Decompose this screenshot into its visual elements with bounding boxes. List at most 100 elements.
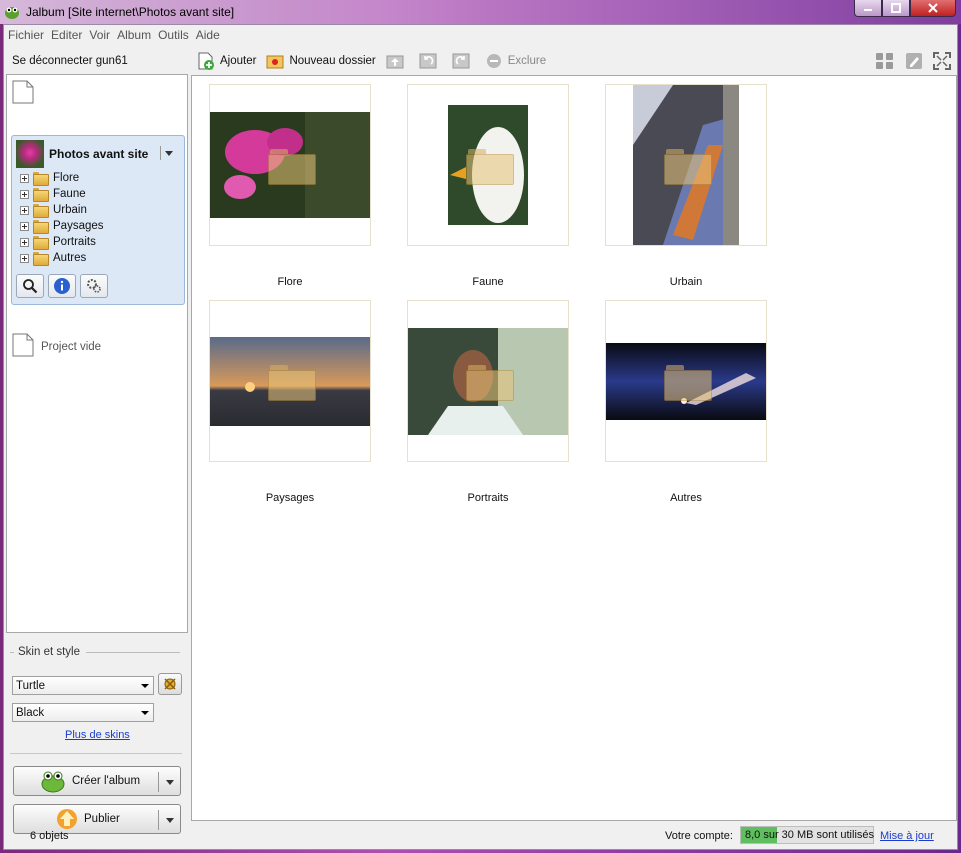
tree-item-label: Flore [53, 172, 80, 184]
menu-outils[interactable]: Outils [158, 28, 189, 42]
quota-bar: 8,0 sur 30 MB sont utilisés [740, 826, 874, 844]
style-select-value: Black [16, 706, 45, 719]
status-bar: 6 objets Votre compte: 8,0 sur 30 MB son… [4, 823, 957, 849]
info-icon [54, 278, 70, 294]
folder-thumbnail-portraits[interactable] [407, 300, 569, 462]
tree-item-portraits[interactable]: Portraits [20, 234, 96, 250]
tree-item-label: Faune [53, 188, 86, 200]
maximize-icon [891, 3, 901, 13]
document-icon[interactable] [12, 333, 34, 357]
jalbum-logo-icon [5, 7, 19, 19]
divider [10, 753, 182, 754]
edit-icon[interactable] [905, 52, 923, 70]
fullscreen-icon[interactable] [933, 52, 951, 70]
folder-icon [33, 252, 49, 266]
expand-icon[interactable] [20, 189, 29, 199]
expand-icon[interactable] [20, 173, 29, 183]
rotate-right-button[interactable] [452, 52, 475, 70]
folder-label: Faune [472, 276, 504, 288]
tree-item-flore[interactable]: Flore [20, 170, 79, 186]
maximize-button[interactable] [882, 0, 910, 17]
exclude-icon [486, 54, 501, 68]
add-button[interactable]: Ajouter [197, 52, 256, 70]
tree-item-label: Paysages [53, 220, 104, 232]
exclude-label: Exclure [507, 55, 547, 67]
folder-icon [33, 188, 49, 202]
chevron-down-icon [164, 150, 173, 156]
menu-aide[interactable]: Aide [196, 28, 220, 42]
tree-item-label: Urbain [53, 204, 87, 216]
tree-item-paysages[interactable]: Paysages [20, 218, 104, 234]
project-card[interactable]: Photos avant site Flore Faune Urbain Pay… [11, 135, 185, 305]
skin-section-label: Skin et style [10, 646, 180, 658]
folder-thumbnail-autres[interactable] [605, 300, 767, 462]
folder-icon [268, 365, 316, 401]
expand-icon[interactable] [20, 205, 29, 215]
account-label: Votre compte: [665, 830, 733, 842]
menu-fichier[interactable]: Fichier [8, 28, 44, 42]
create-album-label: Créer l'album [72, 775, 141, 787]
folder-label: Autres [670, 492, 702, 504]
folder-icon [466, 365, 514, 401]
style-select[interactable]: Black [12, 703, 154, 722]
new-project-icon[interactable] [12, 80, 34, 104]
search-icon [23, 279, 38, 294]
expand-icon[interactable] [20, 221, 29, 231]
empty-project-label[interactable]: Project vide [41, 341, 101, 353]
minimize-icon [864, 9, 872, 11]
menu-album[interactable]: Album [117, 28, 151, 42]
turtle-settings-icon [164, 678, 176, 690]
folder-thumbnail-urbain[interactable] [605, 84, 767, 246]
folder-up-icon [386, 55, 404, 69]
skin-settings-button[interactable] [158, 673, 182, 695]
menu-bar: Fichier Editer Voir Album Outils Aide [4, 25, 957, 45]
quota-text: 8,0 sur 30 MB sont utilisés [745, 829, 875, 841]
tree-item-autres[interactable]: Autres [20, 250, 86, 266]
exclude-button[interactable]: Exclure [485, 52, 546, 70]
folder-icon [466, 149, 514, 185]
gear-icon [87, 279, 101, 293]
tree-item-faune[interactable]: Faune [20, 186, 86, 202]
add-file-icon [198, 52, 214, 70]
thumbnail-view-icon[interactable] [875, 52, 895, 70]
object-count: 6 objets [30, 830, 69, 842]
project-menu-button[interactable] [160, 146, 176, 160]
add-label: Ajouter [220, 55, 257, 67]
folder-icon [33, 220, 49, 234]
tree-item-urbain[interactable]: Urbain [20, 202, 87, 218]
expand-icon[interactable] [20, 237, 29, 247]
folder-thumbnail-flore[interactable] [209, 84, 371, 246]
update-link[interactable]: Mise à jour [880, 830, 934, 842]
info-button[interactable] [48, 274, 76, 298]
more-skins-link[interactable]: Plus de skins [65, 729, 130, 741]
folder-thumbnail-faune[interactable] [407, 84, 569, 246]
close-button[interactable] [910, 0, 956, 17]
minimize-button[interactable] [854, 0, 882, 17]
folder-icon [33, 172, 49, 186]
rotate-left-button[interactable] [419, 52, 442, 70]
chevron-down-icon [165, 779, 174, 785]
new-folder-button[interactable]: Nouveau dossier [266, 52, 376, 70]
gallery-area: Flore Faune Urbain Paysages Portraits Au… [191, 75, 957, 821]
skin-select[interactable]: Turtle [12, 676, 154, 695]
left-panel: Se déconnecter gun61 Photos avant site F… [4, 47, 190, 834]
folder-icon [268, 149, 316, 185]
expand-icon[interactable] [20, 253, 29, 263]
project-title: Photos avant site [49, 147, 149, 161]
menu-voir[interactable]: Voir [89, 28, 110, 42]
chevron-down-icon [141, 711, 149, 715]
menu-editer[interactable]: Editer [51, 28, 82, 42]
create-album-dropdown[interactable] [158, 772, 180, 792]
search-button[interactable] [16, 274, 44, 298]
folder-thumbnail-paysages[interactable] [209, 300, 371, 462]
chevron-down-icon [165, 817, 174, 823]
folder-label: Portraits [467, 492, 509, 504]
rotate-right-icon [452, 53, 470, 69]
folder-icon [664, 365, 712, 401]
window-title: Jalbum [Site internet\Photos avant site] [26, 5, 235, 19]
create-album-button[interactable]: Créer l'album [13, 766, 181, 796]
logout-link[interactable]: Se déconnecter gun61 [4, 47, 190, 74]
settings-button[interactable] [80, 274, 108, 298]
up-button[interactable] [386, 52, 409, 70]
folder-label: Paysages [265, 492, 315, 504]
